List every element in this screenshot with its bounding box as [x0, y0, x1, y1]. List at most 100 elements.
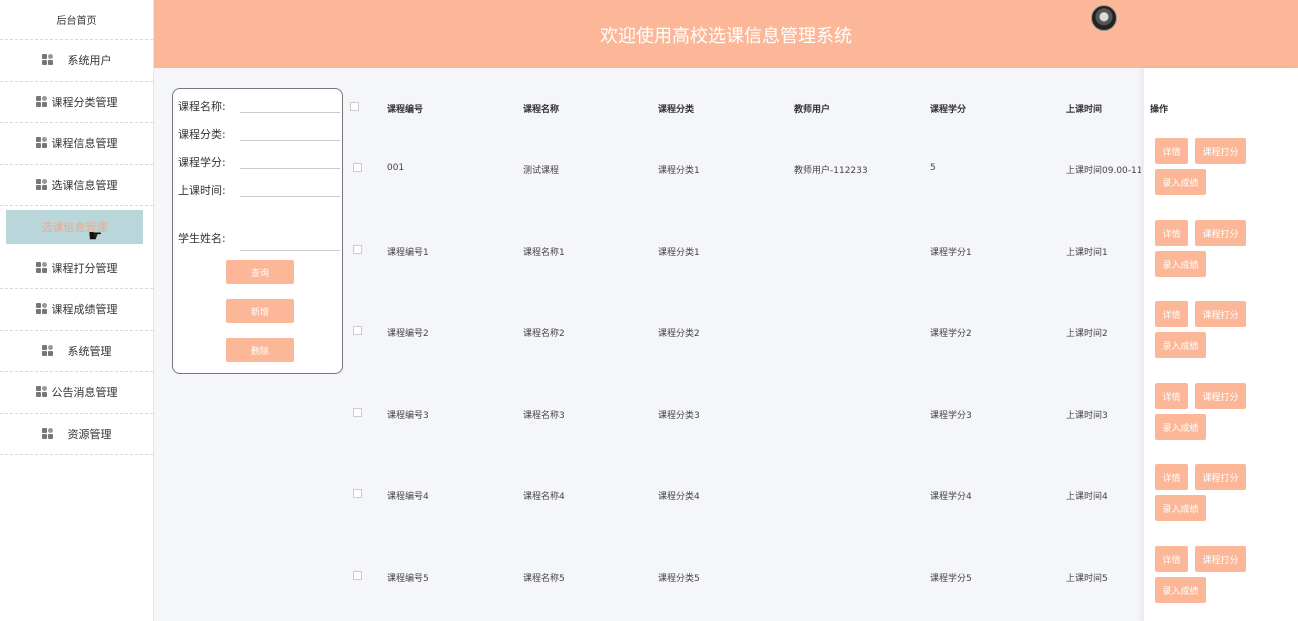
table-cell-credit: 课程学分2 — [930, 329, 972, 339]
column-header: 课程名称 — [523, 105, 560, 115]
table-cell-teacher: 教师用户-112233 — [794, 166, 868, 176]
enter-score-button[interactable]: 录入成绩 — [1155, 332, 1206, 358]
sidebar-item-label: 选课信息管理 — [6, 210, 143, 244]
sidebar-item-label: 课程打分管理 — [51, 261, 118, 275]
sidebar-item-resources[interactable]: 资源管理 — [0, 414, 153, 455]
grid-icon — [35, 261, 48, 274]
grid-icon — [41, 427, 54, 440]
detail-button[interactable]: 详情 — [1155, 464, 1188, 490]
enter-score-button[interactable]: 录入成绩 — [1155, 169, 1206, 195]
column-header: 课程分类 — [658, 105, 695, 115]
sidebar-item-system-mgmt[interactable]: 系统管理 — [0, 331, 153, 372]
table-cell-time: 上课时间5 — [1066, 574, 1108, 584]
row-checkbox[interactable] — [353, 245, 362, 254]
detail-button[interactable]: 详情 — [1155, 138, 1188, 164]
detail-button[interactable]: 详情 — [1155, 383, 1188, 409]
rate-course-button[interactable]: 课程打分 — [1195, 383, 1246, 409]
time-field[interactable]: 上课时间: — [178, 182, 340, 198]
sidebar-item-course-grades[interactable]: 课程成绩管理 — [0, 289, 153, 331]
table-cell-code: 课程编号4 — [387, 492, 429, 502]
table-cell-category: 课程分类3 — [658, 411, 700, 421]
rate-course-button[interactable]: 课程打分 — [1195, 220, 1246, 246]
sidebar-item-label: 课程分类管理 — [51, 95, 118, 109]
avatar[interactable] — [1091, 5, 1117, 31]
category-label: 课程分类: — [178, 128, 226, 141]
sidebar-home-link[interactable]: 后台首页 — [0, 0, 153, 40]
select-all-checkbox[interactable] — [350, 102, 359, 111]
enter-score-button[interactable]: 录入成绩 — [1155, 495, 1206, 521]
table-cell-category: 课程分类2 — [658, 329, 700, 339]
category-input[interactable] — [240, 140, 340, 141]
sidebar-item-enrollment-active[interactable]: 选课信息管理 — [0, 206, 153, 248]
detail-button[interactable]: 详情 — [1155, 220, 1188, 246]
sidebar-item-label: 公告消息管理 — [51, 386, 118, 400]
rate-course-button[interactable]: 课程打分 — [1195, 464, 1246, 490]
category-field[interactable]: 课程分类: — [178, 126, 340, 142]
row-checkbox[interactable] — [353, 571, 362, 580]
sidebar-item-course-rating[interactable]: 课程打分管理 — [0, 248, 153, 289]
table-cell-code: 课程编号5 — [387, 574, 429, 584]
enter-score-button[interactable]: 录入成绩 — [1155, 251, 1206, 277]
course-name-input[interactable] — [240, 112, 340, 113]
column-header: 上课时间 — [1066, 105, 1103, 115]
student-input[interactable] — [240, 250, 340, 251]
enter-score-button[interactable]: 录入成绩 — [1155, 414, 1206, 440]
table-cell-credit: 课程学分1 — [930, 248, 972, 258]
table-cell-name: 课程名称4 — [523, 492, 565, 502]
detail-button[interactable]: 详情 — [1155, 546, 1188, 572]
row-checkbox[interactable] — [353, 489, 362, 498]
table-cell-time: 上课时间2 — [1066, 329, 1108, 339]
row-checkbox[interactable] — [353, 326, 362, 335]
sidebar-item-announcements[interactable]: 公告消息管理 — [0, 372, 153, 414]
table-cell-name: 课程名称2 — [523, 329, 565, 339]
detail-button[interactable]: 详情 — [1155, 301, 1188, 327]
grid-icon — [35, 95, 48, 108]
query-button[interactable]: 查询 — [226, 260, 294, 284]
sidebar-item-system-users[interactable]: 系统用户 — [0, 40, 153, 82]
table-cell-credit: 课程学分4 — [930, 492, 972, 502]
delete-button[interactable]: 删除 — [226, 338, 294, 362]
table-cell-category: 课程分类4 — [658, 492, 700, 502]
table-cell-credit: 课程学分5 — [930, 574, 972, 584]
grid-icon — [35, 386, 48, 398]
column-header: 课程编号 — [387, 105, 424, 115]
header: 欢迎使用高校选课信息管理系统 — [154, 0, 1298, 68]
grid-icon — [35, 178, 48, 191]
student-field[interactable]: 学生姓名: — [178, 230, 340, 251]
credit-input[interactable] — [240, 168, 340, 169]
course-name-field[interactable]: 课程名称: — [178, 98, 340, 114]
column-header: 课程学分 — [930, 105, 967, 115]
table-cell-code: 001 — [387, 163, 405, 173]
rate-course-button[interactable]: 课程打分 — [1195, 301, 1246, 327]
table-cell-name: 课程名称3 — [523, 411, 565, 421]
row-checkbox[interactable] — [353, 408, 362, 417]
table-cell-credit: 课程学分3 — [930, 411, 972, 421]
time-input[interactable] — [240, 196, 340, 197]
credit-field[interactable]: 课程学分: — [178, 154, 340, 170]
sidebar-item-label: 资源管理 — [67, 427, 112, 441]
actions-column: 操作 详情 课程打分 录入成绩 详情 课程打分 录入成绩 详情 课程打分 录入成绩 详情 课程打分录… — [1143, 68, 1298, 621]
sidebar-item-course-category[interactable]: 课程分类管理 — [0, 82, 153, 123]
table-cell-time: 上课时间4 — [1066, 492, 1108, 502]
sidebar: 后台首页 系统用户 课程分类管理 课程信息管理 选课信息管理 选课信息管理 课程… — [0, 0, 154, 621]
rate-course-button[interactable]: 课程打分 — [1195, 138, 1246, 164]
table-cell-category: 课程分类1 — [658, 166, 700, 176]
grid-icon — [35, 303, 48, 315]
row-checkbox[interactable] — [353, 163, 362, 172]
rate-course-button[interactable]: 课程打分 — [1195, 546, 1246, 572]
time-label: 上课时间: — [178, 184, 226, 197]
sidebar-item-course-info[interactable]: 课程信息管理 — [0, 123, 153, 165]
table-cell-code: 课程编号2 — [387, 329, 429, 339]
sidebar-item-enrollment[interactable]: 选课信息管理 — [0, 165, 153, 206]
search-panel: 课程名称: 课程分类: 课程学分: 上课时间: 学生姓名: 查询 新增 删除 — [172, 88, 343, 374]
add-button[interactable]: 新增 — [226, 299, 294, 323]
sidebar-item-label: 系统管理 — [67, 344, 112, 358]
grid-icon — [41, 54, 54, 66]
course-name-label: 课程名称: — [178, 100, 226, 113]
credit-label: 课程学分: — [178, 156, 226, 169]
enter-score-button[interactable]: 录入成绩 — [1155, 577, 1206, 603]
column-header: 教师用户 — [794, 105, 831, 115]
data-table: 课程编号 课程名称 课程分类 教师用户 课程学分 上课时间 001 测试课程 课程分… — [344, 68, 1298, 621]
sidebar-item-label: 课程成绩管理 — [51, 303, 118, 317]
table-cell-name: 测试课程 — [523, 166, 560, 176]
